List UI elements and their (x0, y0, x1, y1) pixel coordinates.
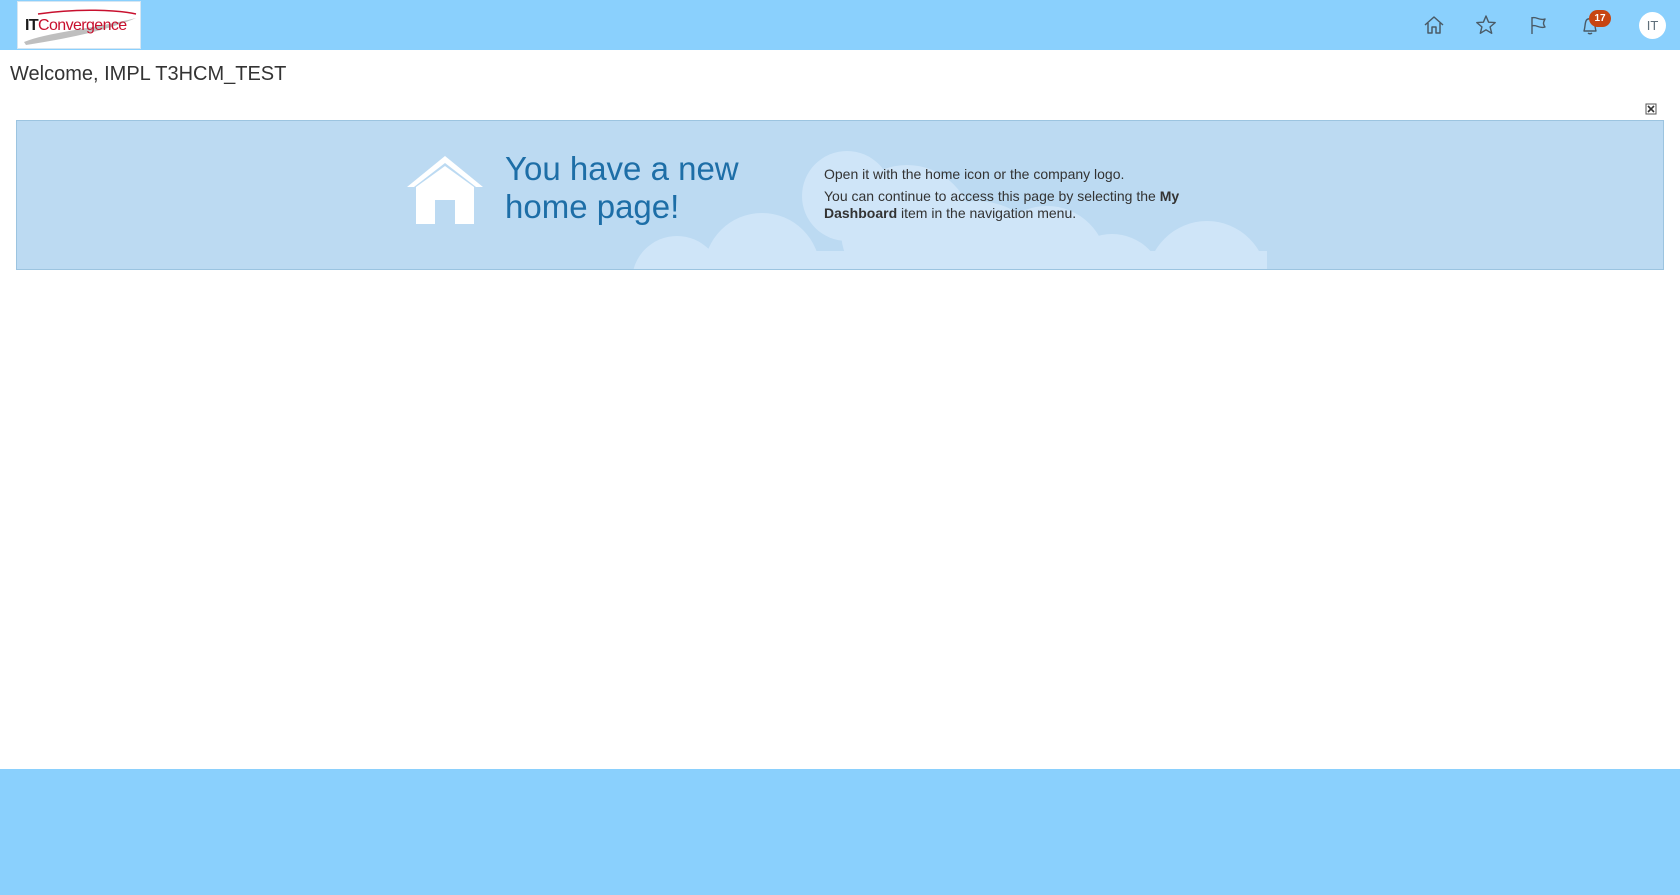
banner-line-1: Open it with the home icon or the compan… (824, 166, 1125, 182)
headline-line-2: home page! (505, 188, 680, 225)
notification-count-badge: 17 (1589, 10, 1611, 27)
close-icon[interactable] (1645, 102, 1657, 115)
footer-bar (0, 769, 1680, 895)
house-icon (407, 156, 483, 224)
logo-text: ITConvergence (25, 17, 127, 35)
banner-line-2-suffix: item in the navigation menu. (897, 205, 1077, 221)
home-icon[interactable] (1419, 10, 1449, 40)
banner-line-2-prefix: You can continue to access this page by … (824, 188, 1160, 204)
logo-convergence-text: Convergence (38, 17, 127, 34)
star-icon[interactable] (1471, 10, 1501, 40)
top-navigation-bar: ITConvergence 17 IT (0, 0, 1680, 50)
flag-icon[interactable] (1523, 10, 1553, 40)
welcome-heading: Welcome, IMPL T3HCM_TEST (10, 63, 287, 85)
banner-line-2: You can continue to access this page by … (824, 188, 1224, 222)
user-avatar[interactable]: IT (1639, 12, 1666, 39)
banner-message: Open it with the home icon or the compan… (824, 166, 1224, 222)
logo-it-text: IT (25, 17, 39, 34)
company-logo[interactable]: ITConvergence (17, 1, 141, 49)
headline-line-1: You have a new (505, 150, 739, 187)
banner-headline: You have a new home page! (505, 150, 805, 226)
new-home-page-banner: You have a new home page! Open it with t… (16, 120, 1664, 270)
